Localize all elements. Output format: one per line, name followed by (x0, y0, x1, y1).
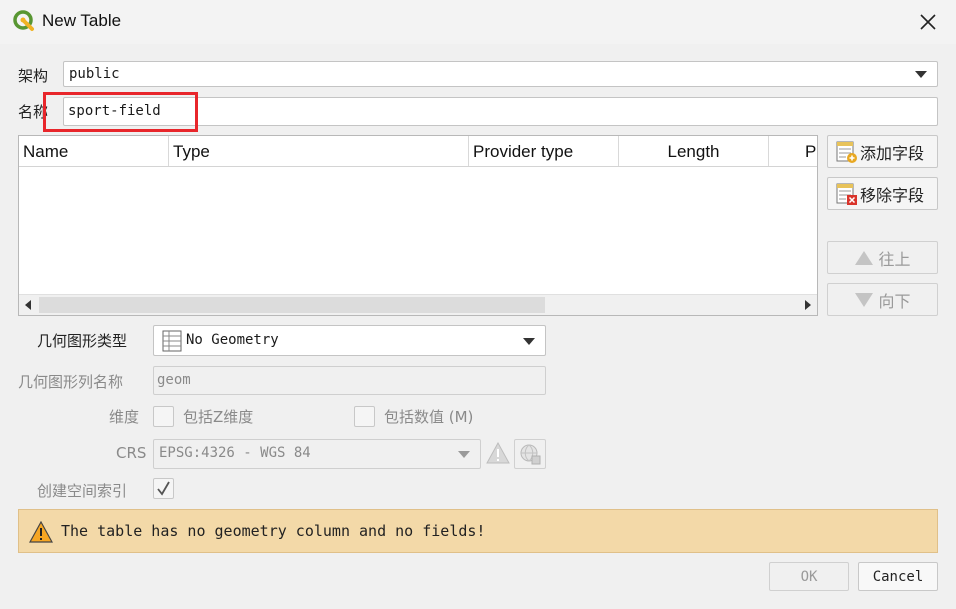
chevron-down-icon (915, 71, 927, 78)
new-table-dialog: 架构 public 名称 sport-field Name Type Provi… (0, 44, 956, 609)
qgis-logo-icon (13, 10, 34, 31)
chevron-down-icon (458, 451, 470, 458)
spatial-index-checkbox[interactable] (153, 478, 174, 499)
crs-select[interactable]: EPSG:4326 - WGS 84 (153, 439, 481, 469)
close-button[interactable] (900, 0, 956, 44)
geometry-column-label: 几何图形列名称 (18, 373, 124, 391)
crs-label: CRS (116, 444, 147, 462)
include-m-checkbox[interactable] (354, 406, 375, 427)
remove-field-button[interactable]: 移除字段 (827, 177, 938, 210)
scroll-right-arrow-icon[interactable] (804, 300, 812, 310)
add-field-label: 添加字段 (860, 143, 925, 163)
globe-icon (520, 444, 541, 465)
remove-field-label: 移除字段 (860, 185, 925, 205)
column-header-type[interactable]: Type (169, 136, 469, 166)
warning-message-text: The table has no geometry column and no … (61, 522, 486, 540)
window-title: New Table (42, 11, 122, 30)
geometry-type-label: 几何图形类型 (37, 332, 128, 350)
arrow-down-icon (855, 292, 874, 307)
title-bar: New Table (0, 0, 956, 44)
geometry-column-input[interactable]: geom (153, 366, 546, 395)
remove-field-icon (836, 183, 857, 205)
warning-triangle-icon (29, 521, 53, 543)
ok-button[interactable]: OK (769, 562, 849, 591)
annotation-highlight-box (43, 92, 198, 132)
fields-table-header: Name Type Provider type Length P (19, 136, 817, 167)
crs-value: EPSG:4326 - WGS 84 (159, 445, 311, 461)
checkmark-icon (157, 481, 170, 496)
chevron-down-icon (523, 338, 535, 345)
close-icon (920, 14, 936, 30)
schema-value: public (69, 66, 120, 82)
column-header-precision[interactable]: P (769, 136, 817, 166)
column-header-length[interactable]: Length (619, 136, 769, 166)
cancel-button[interactable]: Cancel (858, 562, 938, 591)
spatial-index-label: 创建空间索引 (37, 482, 128, 500)
dimension-label: 维度 (109, 408, 140, 426)
move-down-label: 向下 (878, 291, 911, 311)
add-field-button[interactable]: 添加字段 (827, 135, 938, 168)
horizontal-scrollbar[interactable] (19, 294, 817, 315)
table-icon (162, 330, 182, 352)
include-m-label: 包括数值 (M) (384, 408, 474, 426)
scroll-left-arrow-icon[interactable] (24, 300, 32, 310)
scrollbar-thumb[interactable] (39, 297, 545, 313)
move-up-button[interactable]: 往上 (827, 241, 938, 274)
add-field-icon (836, 141, 857, 163)
warning-message-bar: The table has no geometry column and no … (18, 509, 938, 553)
move-down-button[interactable]: 向下 (827, 283, 938, 316)
fields-table[interactable]: Name Type Provider type Length P (18, 135, 818, 316)
include-z-label: 包括Z维度 (183, 408, 254, 426)
warning-icon (486, 442, 510, 464)
schema-select[interactable]: public (63, 61, 938, 87)
geometry-column-value: geom (157, 372, 191, 388)
include-z-checkbox[interactable] (153, 406, 174, 427)
geometry-type-value: No Geometry (186, 332, 279, 348)
arrow-up-icon (855, 250, 874, 265)
schema-label: 架构 (18, 67, 49, 85)
crs-selector-button[interactable] (514, 439, 546, 469)
geometry-type-select[interactable]: No Geometry (153, 325, 546, 356)
move-up-label: 往上 (878, 249, 911, 269)
column-header-name[interactable]: Name (19, 136, 169, 166)
column-header-provider-type[interactable]: Provider type (469, 136, 619, 166)
